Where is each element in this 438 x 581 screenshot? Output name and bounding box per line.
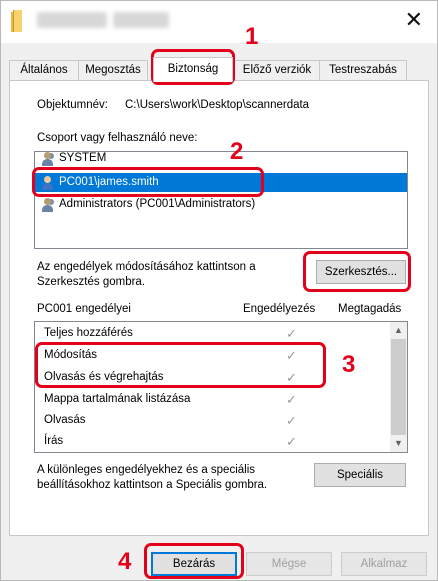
tab-general[interactable]: Általános: [9, 60, 79, 81]
properties-dialog: ✕ Általános Megosztás Biztonság Előző ve…: [0, 0, 438, 581]
permission-row: Mappa tartalmának listázása ✓: [35, 390, 387, 409]
allow-column-header: Engedélyezés: [243, 303, 316, 315]
cancel-button[interactable]: Mégse: [246, 552, 332, 576]
close-icon[interactable]: ✕: [405, 9, 423, 31]
annotation-box-edit: [303, 251, 411, 292]
group-list-label: Csoport vagy felhasználó neve:: [37, 132, 198, 144]
group-list[interactable]: SYSTEM PC001\james.smith Administrators …: [34, 151, 408, 249]
deny-column-header: Megtagadás: [338, 303, 402, 315]
folder-icon: [11, 10, 23, 32]
scroll-down-icon[interactable]: ▼: [390, 435, 407, 452]
check-icon: ✓: [286, 434, 297, 449]
check-icon: ✓: [286, 392, 297, 407]
users-group-icon: [41, 152, 55, 166]
blurred-title: [37, 12, 107, 28]
annotation-number: 1: [245, 23, 259, 50]
check-icon: ✓: [286, 413, 297, 428]
blurred-title: [113, 12, 169, 28]
tab-security[interactable]: Biztonság: [153, 57, 233, 82]
annotation-box-permissions: [35, 342, 326, 388]
apply-button[interactable]: Alkalmaz: [341, 552, 427, 576]
annotation-number: 2: [230, 138, 244, 165]
permissions-header: PC001 engedélyei: [37, 303, 131, 315]
special-hint: A különleges engedélyekhez és a speciáli…: [37, 464, 268, 491]
title-bar: ✕: [1, 1, 437, 43]
list-item-system[interactable]: SYSTEM: [35, 152, 407, 168]
object-path: C:\Users\work\Desktop\scannerdata: [125, 99, 310, 111]
check-icon: ✓: [286, 326, 297, 341]
special-button[interactable]: Speciális: [314, 463, 406, 487]
permission-row: Teljes hozzáférés ✓: [35, 324, 387, 343]
scroll-up-icon[interactable]: ▲: [390, 322, 407, 339]
group-name: SYSTEM: [59, 152, 107, 164]
annotation-box-close: [144, 543, 244, 579]
permission-name: Írás: [44, 435, 64, 447]
tab-previous-versions[interactable]: Előző verziók: [234, 60, 320, 81]
permission-row: Írás ✓: [35, 432, 387, 451]
annotation-number: 3: [342, 351, 356, 378]
tab-strip: Általános Megosztás Biztonság Előző verz…: [9, 57, 429, 82]
edit-hint: Az engedélyek módosításához kattintson a…: [37, 261, 256, 288]
object-name-label: Objektumnév:: [37, 99, 108, 111]
tab-customize[interactable]: Testreszabás: [319, 60, 407, 81]
scroll-thumb[interactable]: [391, 339, 406, 435]
list-item-administrators[interactable]: Administrators (PC001\Administrators): [35, 195, 407, 214]
permission-name: Teljes hozzáférés: [44, 327, 133, 339]
scrollbar[interactable]: ▲ ▼: [390, 322, 407, 452]
permission-name: Mappa tartalmának listázása: [44, 393, 191, 405]
annotation-box-user: [32, 167, 264, 197]
users-group-icon: [41, 198, 55, 212]
group-name: Administrators (PC001\Administrators): [59, 198, 256, 210]
permission-row: Olvasás ✓: [35, 411, 387, 430]
permission-name: Olvasás: [44, 414, 86, 426]
annotation-number: 4: [118, 548, 132, 575]
tab-sharing[interactable]: Megosztás: [78, 60, 148, 81]
